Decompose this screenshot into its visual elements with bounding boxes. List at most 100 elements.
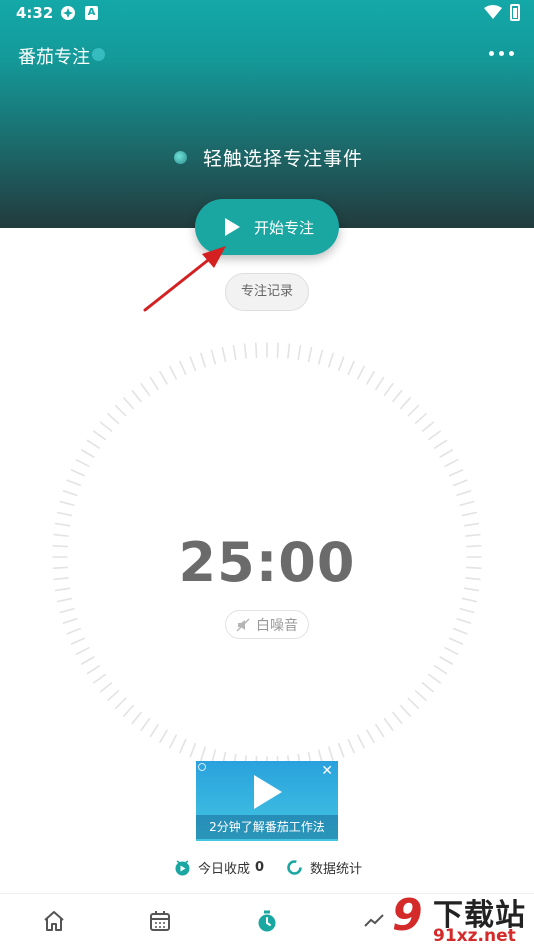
dial-tick	[375, 723, 385, 738]
dial-tick	[452, 627, 468, 635]
dial-tick	[107, 690, 120, 701]
close-icon[interactable]: ✕	[321, 763, 333, 779]
dial-tick	[456, 618, 472, 624]
dial-tick	[356, 734, 365, 749]
dial-tick	[189, 742, 197, 758]
dial-tick	[414, 690, 427, 701]
more-menu-icon[interactable]	[488, 48, 516, 60]
dial-tick	[99, 682, 113, 693]
dial-tick	[317, 349, 324, 365]
select-task-row[interactable]: 轻触选择专注事件	[174, 143, 363, 171]
dial-tick	[287, 343, 291, 359]
focus-header: 4:32 A 番茄专注 轻触选择专注事件	[0, 0, 534, 228]
dial-tick	[70, 637, 86, 645]
dial-tick	[383, 718, 394, 731]
dial-tick	[461, 597, 478, 603]
help-icon[interactable]	[92, 48, 105, 61]
dial-tick	[169, 365, 178, 380]
dial-tick	[255, 342, 258, 359]
calendar-icon[interactable]	[148, 909, 172, 933]
dial-tick	[179, 738, 187, 754]
dial-tick	[54, 522, 71, 527]
dial-tick	[107, 413, 120, 424]
today-harvest-label: 今日收成	[198, 861, 251, 877]
dial-tick	[159, 370, 168, 385]
dial-tick	[439, 449, 454, 458]
dial-tick	[459, 607, 475, 614]
dial-tick	[456, 490, 472, 496]
app-notification-icon: A	[85, 6, 98, 20]
dial-tick	[356, 365, 365, 380]
dial-tick	[307, 346, 313, 363]
dial-tick	[414, 413, 427, 424]
status-time: 4:32	[16, 4, 54, 22]
play-icon	[225, 218, 240, 236]
dial-tick	[131, 389, 142, 403]
dial-tick	[463, 522, 480, 527]
today-harvest[interactable]: 今日收成 0	[174, 856, 264, 878]
sync-icon	[61, 6, 75, 20]
stopwatch-icon[interactable]	[255, 909, 279, 933]
pomodoro-video-promo[interactable]: ✕ 2分钟了解番茄工作法	[196, 761, 338, 841]
dial-tick	[75, 459, 90, 468]
white-noise-label: 白噪音	[256, 617, 298, 634]
dial-tick	[407, 404, 420, 417]
dial-tick	[392, 389, 403, 403]
dial-tick	[459, 500, 475, 507]
white-noise-button[interactable]: 白噪音	[225, 610, 309, 639]
dial-tick	[210, 349, 217, 365]
dial-tick	[221, 346, 227, 363]
dial-tick	[276, 342, 279, 359]
annotation-arrow	[143, 246, 226, 312]
dial-tick	[159, 729, 168, 744]
sound-muted-icon	[236, 618, 250, 631]
dial-tick	[99, 421, 113, 432]
dial-tick	[131, 711, 142, 725]
today-harvest-count: 0	[255, 859, 265, 875]
dial-tick	[461, 511, 478, 517]
dial-tick	[375, 376, 385, 391]
data-statistics-label: 数据统计	[310, 861, 363, 877]
dial-tick	[93, 430, 106, 441]
dial-tick	[123, 704, 134, 717]
dial-tick	[400, 397, 411, 410]
data-statistics-link[interactable]: 数据统计	[286, 856, 362, 878]
status-bar: 4:32 A	[0, 0, 534, 28]
dial-tick	[66, 627, 82, 635]
tomato-timer-icon	[175, 859, 190, 875]
dial-tick	[169, 734, 178, 749]
dial-tick	[366, 729, 375, 744]
dial-tick	[392, 711, 403, 725]
dial-tick	[337, 742, 345, 758]
dial-tick	[86, 665, 101, 675]
countdown-timer[interactable]: 25:00	[0, 531, 534, 594]
dial-tick	[59, 500, 75, 507]
dial-tick	[433, 665, 448, 675]
dial-tick	[337, 356, 345, 372]
dial-tick	[66, 479, 82, 487]
dial-tick	[200, 352, 206, 368]
dial-tick	[243, 343, 247, 359]
focus-record-button[interactable]: 专注记录	[225, 273, 309, 311]
dial-tick	[149, 376, 159, 391]
dial-tick	[179, 360, 187, 376]
dial-tick	[448, 469, 464, 477]
battery-icon	[510, 4, 520, 21]
dial-tick	[232, 344, 237, 361]
dial-tick	[59, 607, 75, 614]
home-icon[interactable]	[42, 909, 66, 933]
dial-tick	[366, 370, 375, 385]
page-title: 番茄专注	[18, 47, 90, 68]
dial-tick	[56, 511, 73, 517]
wifi-icon	[484, 5, 502, 19]
start-focus-label: 开始专注	[254, 218, 315, 237]
dial-tick	[452, 479, 468, 487]
ring-chart-icon	[287, 859, 302, 875]
watermark-url: 91xz.net	[433, 926, 516, 946]
promo-caption: 2分钟了解番茄工作法	[196, 815, 338, 839]
dial-tick	[444, 646, 459, 655]
app-screen: 4:32 A 番茄专注 轻触选择专注事件 开始专注 专注记录 25:00 白噪音…	[0, 0, 534, 950]
dial-tick	[149, 723, 159, 738]
promo-badge-icon	[198, 763, 206, 771]
watermark-nine: 9	[392, 890, 423, 941]
